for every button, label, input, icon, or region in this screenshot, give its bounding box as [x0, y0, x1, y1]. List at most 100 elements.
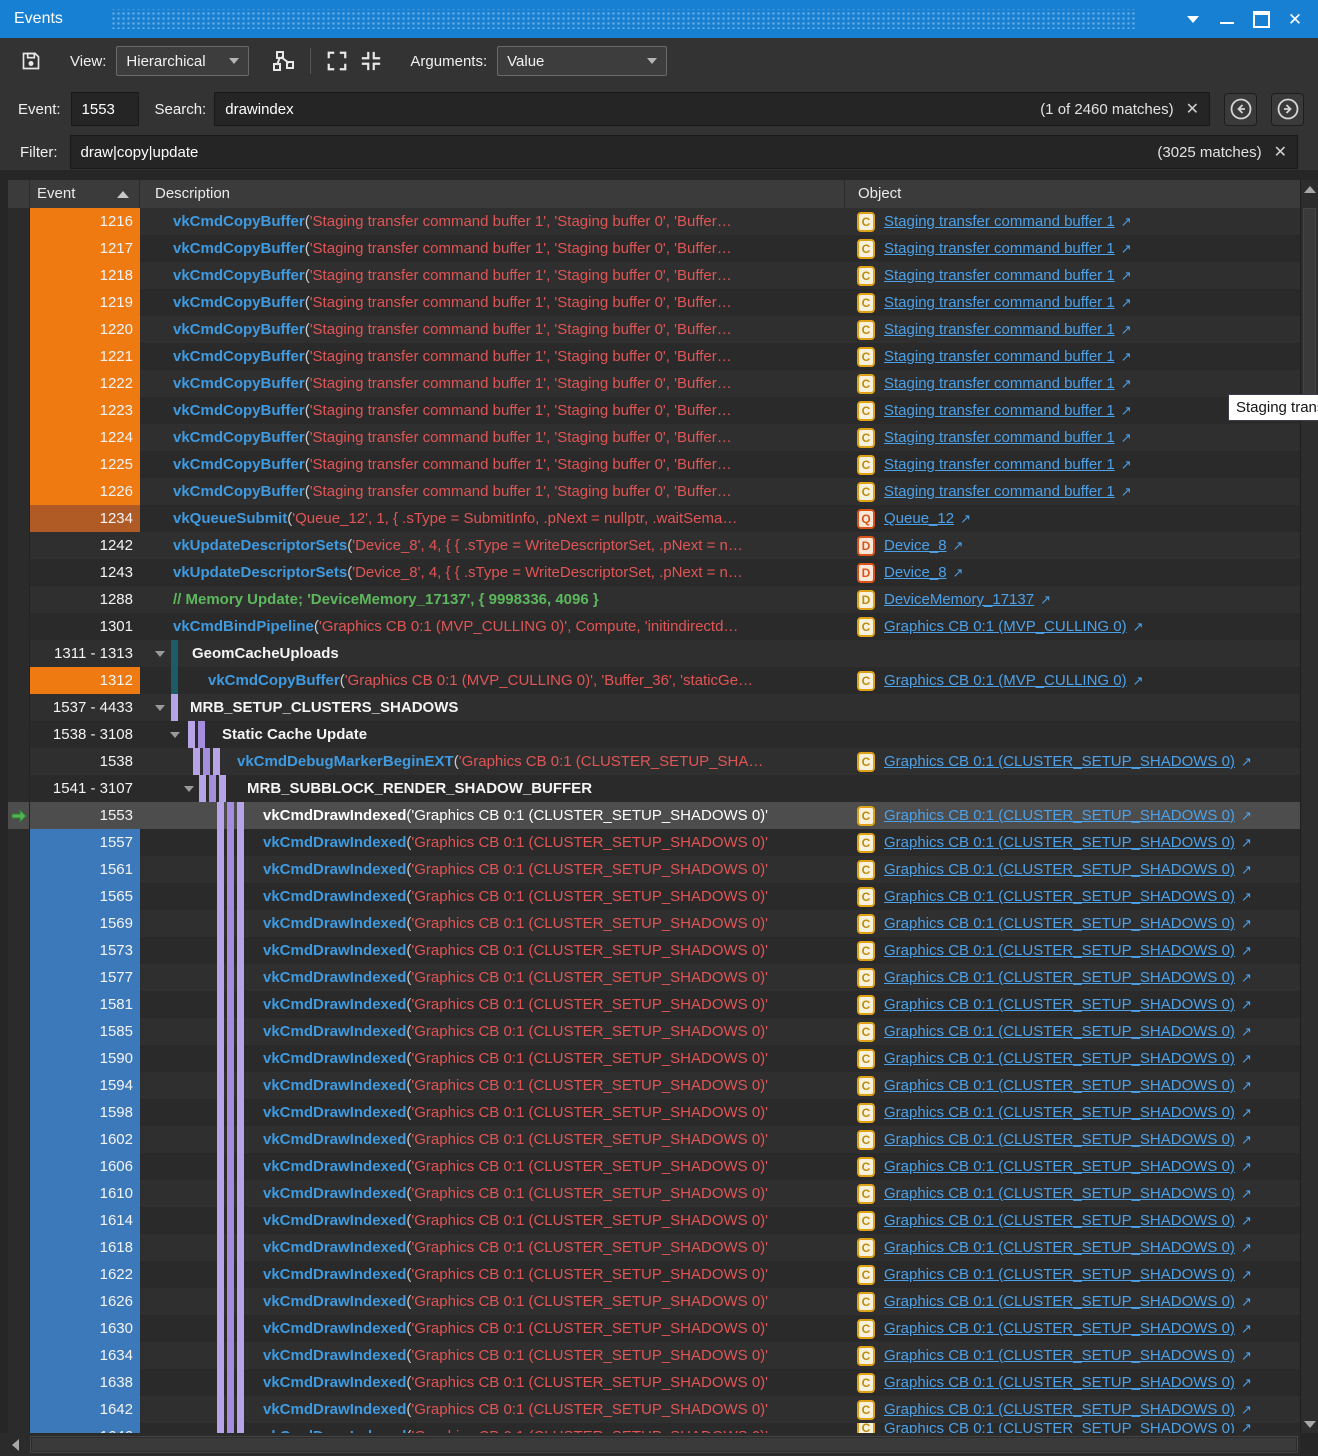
object-link[interactable]: Graphics CB 0:1 (CLUSTER_SETUP_SHADOWS 0…: [884, 969, 1235, 986]
event-row[interactable]: 1217vkCmdCopyBuffer('Staging transfer co…: [8, 235, 1300, 262]
goto-arrow-icon[interactable]: ↗: [1241, 916, 1252, 932]
object-link[interactable]: Graphics CB 0:1 (CLUSTER_SETUP_SHADOWS 0…: [884, 834, 1235, 851]
goto-arrow-icon[interactable]: ↗: [1133, 619, 1144, 635]
object-link[interactable]: Graphics CB 0:1 (CLUSTER_SETUP_SHADOWS 0…: [884, 1347, 1235, 1364]
object-link[interactable]: Graphics CB 0:1 (CLUSTER_SETUP_SHADOWS 0…: [884, 1185, 1235, 1202]
arguments-dropdown[interactable]: Value: [497, 46, 667, 76]
goto-arrow-icon[interactable]: ↗: [1241, 862, 1252, 878]
goto-arrow-icon[interactable]: ↗: [1241, 1024, 1252, 1040]
goto-arrow-icon[interactable]: ↗: [1241, 1051, 1252, 1067]
graph-view-button[interactable]: [267, 45, 301, 77]
object-link[interactable]: Graphics CB 0:1 (CLUSTER_SETUP_SHADOWS 0…: [884, 915, 1235, 932]
clear-filter-button[interactable]: ✕: [1274, 142, 1287, 162]
event-row[interactable]: 1234vkQueueSubmit('Queue_12', 1, { .sTyp…: [8, 505, 1300, 532]
column-header-description[interactable]: Description: [140, 180, 845, 208]
goto-arrow-icon[interactable]: ↗: [1121, 214, 1132, 230]
event-row[interactable]: 1606vkCmdDrawIndexed('Graphics CB 0:1 (C…: [8, 1153, 1300, 1180]
event-row[interactable]: 1288// Memory Update; 'DeviceMemory_1713…: [8, 586, 1300, 613]
goto-arrow-icon[interactable]: ↗: [1241, 1186, 1252, 1202]
goto-arrow-icon[interactable]: ↗: [1241, 808, 1252, 824]
event-row[interactable]: 1224vkCmdCopyBuffer('Staging transfer co…: [8, 424, 1300, 451]
object-link[interactable]: Graphics CB 0:1 (CLUSTER_SETUP_SHADOWS 0…: [884, 1023, 1235, 1040]
column-header-event[interactable]: Event: [30, 180, 140, 208]
event-row[interactable]: 1573vkCmdDrawIndexed('Graphics CB 0:1 (C…: [8, 937, 1300, 964]
object-link[interactable]: Staging transfer command buffer 1: [884, 375, 1115, 392]
object-link[interactable]: Graphics CB 0:1 (CLUSTER_SETUP_SHADOWS 0…: [884, 1239, 1235, 1256]
object-link[interactable]: Staging transfer command buffer 1: [884, 483, 1115, 500]
goto-arrow-icon[interactable]: ↗: [1241, 1321, 1252, 1337]
goto-arrow-icon[interactable]: ↗: [1121, 403, 1132, 419]
goto-arrow-icon[interactable]: ↗: [1241, 1078, 1252, 1094]
event-row[interactable]: 1541 - 3107MRB_SUBBLOCK_RENDER_SHADOW_BU…: [8, 775, 1300, 802]
close-button[interactable]: ✕: [1282, 7, 1308, 31]
object-link[interactable]: DeviceMemory_17137: [884, 591, 1034, 608]
search-input[interactable]: drawindex (1 of 2460 matches) ✕: [214, 92, 1210, 126]
goto-arrow-icon[interactable]: ↗: [1241, 1132, 1252, 1148]
save-button[interactable]: [14, 45, 48, 77]
event-row[interactable]: 1585vkCmdDrawIndexed('Graphics CB 0:1 (C…: [8, 1018, 1300, 1045]
goto-arrow-icon[interactable]: ↗: [1121, 349, 1132, 365]
object-link[interactable]: Graphics CB 0:1 (CLUSTER_SETUP_SHADOWS 0…: [884, 1212, 1235, 1229]
event-row[interactable]: 1220vkCmdCopyBuffer('Staging transfer co…: [8, 316, 1300, 343]
event-row[interactable]: 1301vkCmdBindPipeline('Graphics CB 0:1 (…: [8, 613, 1300, 640]
goto-arrow-icon[interactable]: ↗: [953, 565, 964, 581]
collapse-all-button[interactable]: [354, 45, 388, 77]
h-scrollbar-track[interactable]: [30, 1436, 1298, 1453]
event-row[interactable]: 1557vkCmdDrawIndexed('Graphics CB 0:1 (C…: [8, 829, 1300, 856]
goto-arrow-icon[interactable]: ↗: [1121, 295, 1132, 311]
goto-arrow-icon[interactable]: ↗: [1040, 592, 1051, 608]
object-link[interactable]: Staging transfer command buffer 1: [884, 456, 1115, 473]
event-row[interactable]: 1646vkCmdDrawIndexed('Graphics CB 0:1 (C…: [8, 1423, 1300, 1433]
goto-arrow-icon[interactable]: ↗: [1241, 1294, 1252, 1310]
goto-arrow-icon[interactable]: ↗: [1241, 1240, 1252, 1256]
maximize-button[interactable]: [1248, 7, 1274, 31]
goto-arrow-icon[interactable]: ↗: [1241, 1402, 1252, 1418]
event-row[interactable]: 1225vkCmdCopyBuffer('Staging transfer co…: [8, 451, 1300, 478]
object-link[interactable]: Staging transfer command buffer 1: [884, 321, 1115, 338]
event-row[interactable]: 1614vkCmdDrawIndexed('Graphics CB 0:1 (C…: [8, 1207, 1300, 1234]
goto-arrow-icon[interactable]: ↗: [1121, 484, 1132, 500]
goto-arrow-icon[interactable]: ↗: [1241, 1213, 1252, 1229]
object-link[interactable]: Staging transfer command buffer 1: [884, 348, 1115, 365]
object-link[interactable]: Staging transfer command buffer 1: [884, 213, 1115, 230]
scroll-down-button[interactable]: [1301, 1415, 1318, 1433]
event-row[interactable]: 1218vkCmdCopyBuffer('Staging transfer co…: [8, 262, 1300, 289]
object-link[interactable]: Graphics CB 0:1 (CLUSTER_SETUP_SHADOWS 0…: [884, 1320, 1235, 1337]
v-scrollbar[interactable]: [1300, 180, 1318, 1433]
event-row[interactable]: 1243vkUpdateDescriptorSets('Device_8', 4…: [8, 559, 1300, 586]
object-link[interactable]: Staging transfer command buffer 1: [884, 429, 1115, 446]
object-link[interactable]: Staging transfer command buffer 1: [884, 267, 1115, 284]
event-row[interactable]: 1590vkCmdDrawIndexed('Graphics CB 0:1 (C…: [8, 1045, 1300, 1072]
object-link[interactable]: Device_8: [884, 564, 947, 581]
scroll-up-button[interactable]: [1301, 180, 1318, 198]
goto-arrow-icon[interactable]: ↗: [1121, 322, 1132, 338]
goto-arrow-icon[interactable]: ↗: [1241, 1159, 1252, 1175]
view-dropdown[interactable]: Hierarchical: [116, 46, 249, 76]
object-link[interactable]: Graphics CB 0:1 (CLUSTER_SETUP_SHADOWS 0…: [884, 1131, 1235, 1148]
event-row[interactable]: 1577vkCmdDrawIndexed('Graphics CB 0:1 (C…: [8, 964, 1300, 991]
object-link[interactable]: Staging transfer command buffer 1: [884, 402, 1115, 419]
dock-float-button[interactable]: [1180, 7, 1206, 31]
event-row[interactable]: 1569vkCmdDrawIndexed('Graphics CB 0:1 (C…: [8, 910, 1300, 937]
goto-arrow-icon[interactable]: ↗: [1241, 889, 1252, 905]
event-row[interactable]: 1223vkCmdCopyBuffer('Staging transfer co…: [8, 397, 1300, 424]
object-link[interactable]: Staging transfer command buffer 1: [884, 240, 1115, 257]
event-row[interactable]: 1642vkCmdDrawIndexed('Graphics CB 0:1 (C…: [8, 1396, 1300, 1423]
h-scrollbar-thumb[interactable]: [32, 1438, 1296, 1451]
object-link[interactable]: Staging transfer command buffer 1: [884, 294, 1115, 311]
object-link[interactable]: Graphics CB 0:1 (CLUSTER_SETUP_SHADOWS 0…: [884, 1401, 1235, 1418]
event-row[interactable]: 1598vkCmdDrawIndexed('Graphics CB 0:1 (C…: [8, 1099, 1300, 1126]
event-row[interactable]: 1538vkCmdDebugMarkerBeginEXT('Graphics C…: [8, 748, 1300, 775]
event-row[interactable]: 1626vkCmdDrawIndexed('Graphics CB 0:1 (C…: [8, 1288, 1300, 1315]
object-link[interactable]: Graphics CB 0:1 (CLUSTER_SETUP_SHADOWS 0…: [884, 942, 1235, 959]
event-row[interactable]: 1618vkCmdDrawIndexed('Graphics CB 0:1 (C…: [8, 1234, 1300, 1261]
scroll-left-button[interactable]: [0, 1433, 30, 1456]
event-row[interactable]: 1537 - 4433MRB_SETUP_CLUSTERS_SHADOWS: [8, 694, 1300, 721]
object-link[interactable]: Graphics CB 0:1 (CLUSTER_SETUP_SHADOWS 0…: [884, 1158, 1235, 1175]
goto-arrow-icon[interactable]: ↗: [1241, 1348, 1252, 1364]
event-row[interactable]: 1634vkCmdDrawIndexed('Graphics CB 0:1 (C…: [8, 1342, 1300, 1369]
prev-match-button[interactable]: [1224, 93, 1257, 126]
goto-arrow-icon[interactable]: ↗: [1241, 1267, 1252, 1283]
event-row[interactable]: 1222vkCmdCopyBuffer('Staging transfer co…: [8, 370, 1300, 397]
event-row[interactable]: 1602vkCmdDrawIndexed('Graphics CB 0:1 (C…: [8, 1126, 1300, 1153]
